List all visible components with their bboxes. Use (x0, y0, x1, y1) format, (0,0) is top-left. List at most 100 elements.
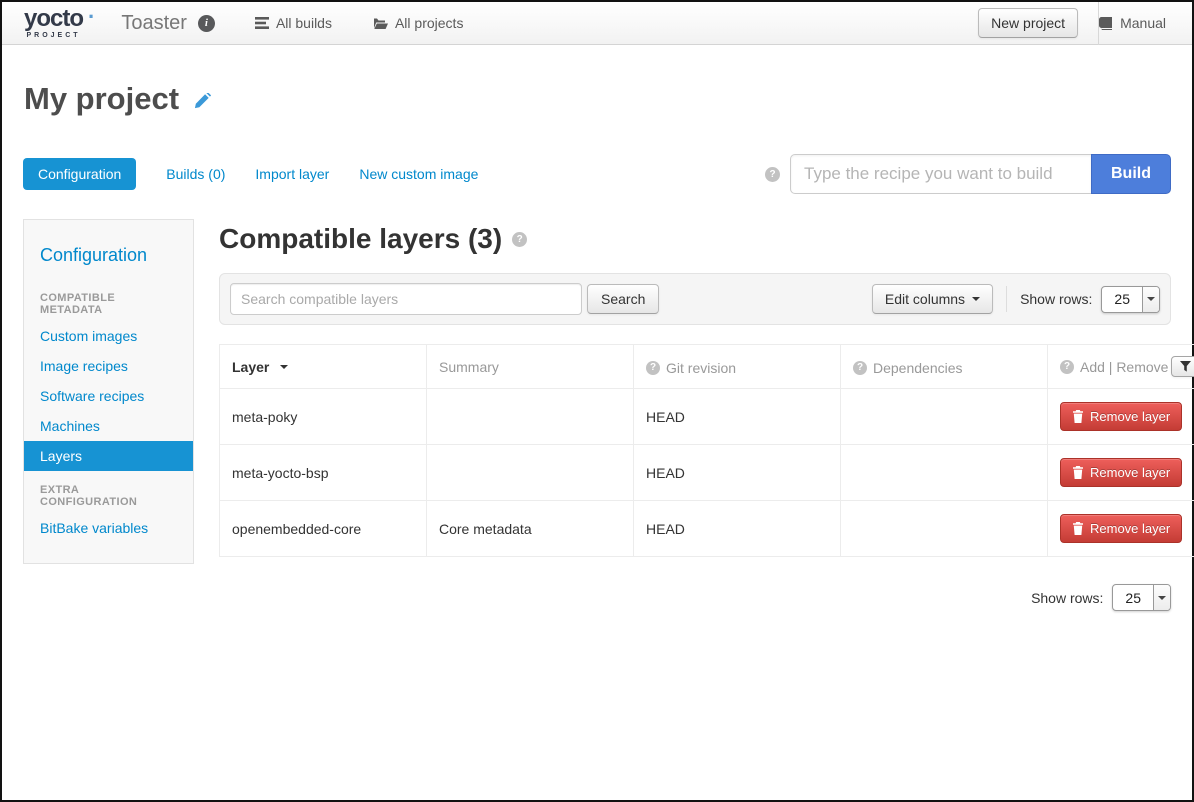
tab-import-layer[interactable]: Import layer (255, 166, 329, 182)
table-row: meta-poky HEAD Remove layer (220, 389, 1194, 445)
tab-builds[interactable]: Builds (0) (166, 166, 225, 182)
summary-cell (427, 389, 634, 445)
search-button[interactable]: Search (587, 284, 659, 314)
summary-cell: Core metadata (427, 501, 634, 557)
dependencies-cell (841, 501, 1048, 557)
compatible-layers-table: Layer Summary ? Git revision ? Dependencie… (219, 344, 1194, 557)
table-row: openembedded-core Core metadata HEAD Rem… (220, 501, 1194, 557)
summary-cell (427, 445, 634, 501)
toolbar-divider (1006, 286, 1007, 312)
column-header-dependencies-label: Dependencies (873, 360, 963, 376)
git-revision-cell: HEAD (634, 445, 841, 501)
info-icon[interactable]: i (198, 15, 215, 32)
edit-columns-label: Edit columns (885, 291, 965, 307)
dependencies-cell (841, 445, 1048, 501)
column-header-git-revision: ? Git revision (634, 345, 841, 389)
app-title: Toaster (121, 12, 187, 35)
show-rows-label: Show rows: (1031, 590, 1103, 606)
sidebar-item-image-recipes[interactable]: Image recipes (24, 351, 193, 381)
remove-layer-button[interactable]: Remove layer (1060, 514, 1182, 543)
action-cell: Remove layer (1048, 445, 1194, 501)
build-button[interactable]: Build (1091, 154, 1171, 194)
column-header-layer-label: Layer (232, 359, 269, 375)
column-header-dependencies: ? Dependencies (841, 345, 1048, 389)
layer-name-cell: meta-yocto-bsp (220, 445, 427, 501)
chevron-down-icon (972, 297, 980, 301)
navbar-right: New project Manual (978, 2, 1192, 44)
show-rows-value: 25 (1102, 287, 1142, 312)
sidebar-item-software-recipes[interactable]: Software recipes (24, 381, 193, 411)
dependencies-cell (841, 389, 1048, 445)
column-header-git-revision-label: Git revision (666, 360, 736, 376)
remove-layer-button[interactable]: Remove layer (1060, 458, 1182, 487)
brand-text: yocto (24, 7, 83, 31)
page-section-title: Compatible layers (3) (219, 223, 502, 255)
page-title: My project (24, 81, 179, 117)
builds-list-icon (255, 17, 269, 29)
column-header-layer[interactable]: Layer (220, 345, 427, 389)
remove-layer-label: Remove layer (1090, 521, 1170, 536)
edit-pencil-icon[interactable] (192, 93, 211, 112)
page-title-row: My project (24, 81, 1192, 117)
book-icon (1099, 17, 1113, 30)
sidebar-section-compatible-metadata: COMPATIBLE METADATA (24, 279, 193, 321)
show-rows-select-bottom[interactable]: 25 (1112, 584, 1171, 611)
filter-funnel-icon (1180, 361, 1191, 372)
select-arrow-icon (1153, 585, 1170, 610)
show-rows-label: Show rows: (1020, 291, 1092, 307)
remove-layer-label: Remove layer (1090, 409, 1170, 424)
remove-layer-button[interactable]: Remove layer (1060, 402, 1182, 431)
top-navbar: yocto PROJECT · Toaster i All builds All… (2, 2, 1192, 45)
remove-layer-label: Remove layer (1090, 465, 1170, 480)
new-project-button[interactable]: New project (978, 8, 1078, 38)
filter-button[interactable] (1171, 356, 1194, 377)
layer-name-cell: openembedded-core (220, 501, 427, 557)
nav-all-builds[interactable]: All builds (255, 15, 332, 31)
tabs-row: Configuration Builds (0) Import layer Ne… (23, 154, 1171, 194)
sidebar-item-bitbake-variables[interactable]: BitBake variables (24, 513, 193, 543)
show-rows-select[interactable]: 25 (1101, 286, 1160, 313)
brand-subtext: PROJECT (26, 32, 80, 39)
sidebar: Configuration COMPATIBLE METADATA Custom… (23, 219, 194, 564)
build-recipe-input[interactable] (790, 154, 1092, 194)
manual-label: Manual (1120, 15, 1166, 31)
nav-all-builds-label: All builds (276, 15, 332, 31)
tab-configuration[interactable]: Configuration (23, 158, 136, 190)
sidebar-item-machines[interactable]: Machines (24, 411, 193, 441)
select-arrow-icon (1142, 287, 1159, 312)
bottom-pager: Show rows: 25 (219, 584, 1171, 611)
content: Configuration COMPATIBLE METADATA Custom… (23, 219, 1171, 611)
yocto-logo[interactable]: yocto PROJECT · (24, 7, 95, 39)
sort-caret-icon (280, 365, 288, 369)
sidebar-item-configuration[interactable]: Configuration (24, 232, 193, 279)
git-revision-cell: HEAD (634, 389, 841, 445)
build-form: ? Build (765, 154, 1171, 194)
dependencies-help-icon[interactable]: ? (853, 361, 867, 375)
edit-columns-button[interactable]: Edit columns (872, 284, 993, 314)
layer-name-cell: meta-poky (220, 389, 427, 445)
sidebar-item-layers[interactable]: Layers (24, 441, 193, 471)
column-header-summary-label: Summary (439, 359, 499, 375)
tab-new-custom-image[interactable]: New custom image (359, 166, 478, 182)
main-panel: Compatible layers (3) ? Search Edit colu… (219, 219, 1171, 611)
toolbar-right: Edit columns Show rows: 25 (872, 284, 1160, 314)
nav-all-projects[interactable]: All projects (372, 15, 463, 31)
sidebar-item-custom-images[interactable]: Custom images (24, 321, 193, 351)
search-input[interactable] (230, 283, 582, 315)
column-header-summary: Summary (427, 345, 634, 389)
column-header-add-remove-label: Add | Remove (1080, 359, 1168, 375)
table-header-row: Layer Summary ? Git revision ? Dependencie… (220, 345, 1194, 389)
nav-all-projects-label: All projects (395, 15, 463, 31)
column-header-add-remove: ? Add | Remove (1048, 345, 1194, 389)
manual-link[interactable]: Manual (1099, 15, 1166, 31)
action-cell: Remove layer (1048, 389, 1194, 445)
table-toolbar: Search Edit columns Show rows: 25 (219, 273, 1171, 325)
git-revision-help-icon[interactable]: ? (646, 361, 660, 375)
show-rows-value: 25 (1113, 585, 1153, 610)
add-remove-help-icon[interactable]: ? (1060, 360, 1074, 374)
build-help-icon[interactable]: ? (765, 167, 780, 182)
trash-icon (1072, 410, 1084, 423)
layers-help-icon[interactable]: ? (512, 232, 527, 247)
git-revision-cell: HEAD (634, 501, 841, 557)
trash-icon (1072, 466, 1084, 479)
